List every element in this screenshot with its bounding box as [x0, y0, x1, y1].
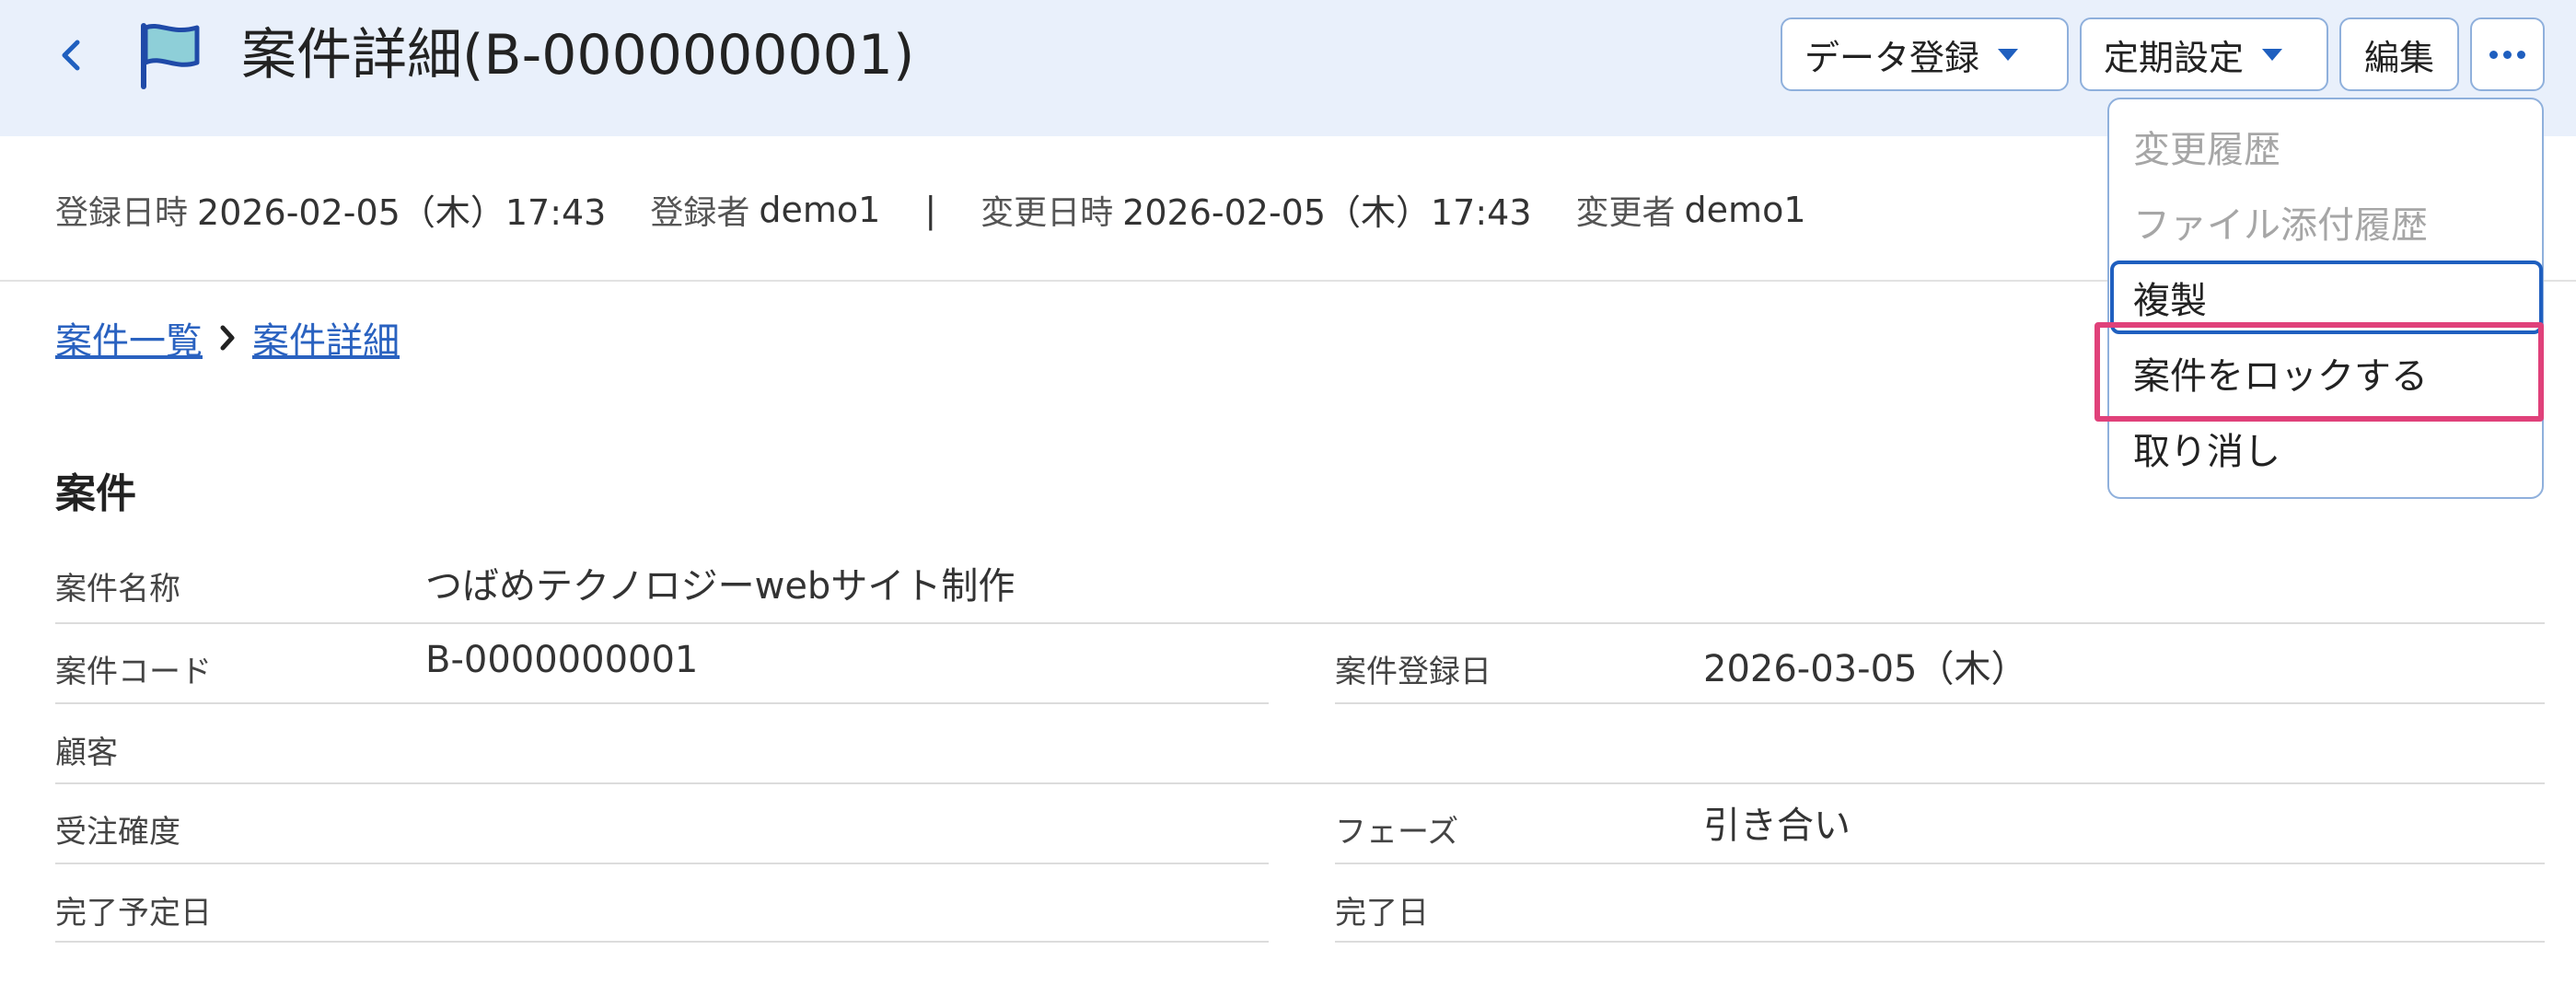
registered-at-label: 登録日時: [55, 193, 189, 232]
row-divider: [55, 941, 1269, 943]
registered-by-label: 登録者: [650, 193, 750, 232]
menu-item-duplicate[interactable]: 複製: [2133, 271, 2207, 324]
menu-item-cancel[interactable]: 取り消し: [2133, 422, 2280, 475]
breadcrumb: 案件一覧 案件詳細: [55, 311, 400, 365]
flag-icon: [141, 23, 200, 89]
page: 案件詳細(B-0000000001) データ登録 定期設定 編集 登録日時 20…: [0, 0, 2576, 996]
field-name-value: つばめテクノロジーwebサイト制作: [425, 565, 1015, 608]
more-button[interactable]: [2470, 17, 2545, 91]
updated-at-label: 変更日時: [981, 193, 1114, 232]
back-button[interactable]: [48, 28, 94, 83]
data-register-button[interactable]: データ登録: [1781, 17, 2069, 91]
edit-button[interactable]: 編集: [2339, 17, 2459, 91]
updated-by-label: 変更者: [1575, 193, 1676, 232]
breadcrumb-chevron-icon: [203, 319, 252, 356]
row-divider: [55, 622, 2545, 624]
field-due-label: 完了予定日: [55, 895, 212, 932]
schedule-button[interactable]: 定期設定: [2080, 17, 2328, 91]
field-reg-date-label: 案件登録日: [1335, 654, 1491, 690]
registered-by-value: demo1: [759, 189, 881, 230]
schedule-label: 定期設定: [2104, 37, 2245, 78]
row-divider: [1335, 863, 2545, 864]
registered-at-value: 2026-02-05（木）17:43: [197, 192, 607, 233]
row-divider: [55, 863, 1269, 864]
row-divider: [1335, 702, 2545, 704]
meta-separator: |: [924, 189, 937, 230]
menu-item-lock[interactable]: 案件をロックする: [2133, 346, 2428, 400]
field-probability-label: 受注確度: [55, 814, 180, 851]
caret-down-icon: [1998, 48, 2019, 61]
menu-item-history: 変更履歴: [2133, 129, 2280, 171]
row-divider: [1335, 941, 2545, 943]
caret-down-icon: [2262, 48, 2283, 61]
field-code-label: 案件コード: [55, 654, 212, 690]
updated-by-value: demo1: [1684, 189, 1806, 230]
field-phase-value: 引き合い: [1703, 805, 1851, 847]
field-done-label: 完了日: [1335, 895, 1429, 932]
field-code-value: B-0000000001: [425, 639, 699, 681]
field-reg-date-value: 2026-03-05（木）: [1703, 648, 2028, 690]
field-phase-label: フェーズ: [1335, 814, 1459, 851]
more-dots-icon: [2489, 50, 2525, 59]
row-divider: [55, 782, 2545, 784]
updated-at-value: 2026-02-05（木）17:43: [1122, 192, 1532, 233]
field-name-label: 案件名称: [55, 571, 180, 608]
section-title: 案件: [55, 470, 136, 517]
back-chevron-icon: [62, 40, 80, 71]
row-divider: [55, 702, 1269, 704]
page-title: 案件詳細(B-0000000001): [241, 23, 915, 87]
record-meta: 登録日時 2026-02-05（木）17:43 登録者 demo1 | 変更日時…: [55, 184, 1806, 235]
more-menu: 変更履歴 ファイル添付履歴 複製 案件をロックする 取り消し: [2107, 98, 2544, 499]
breadcrumb-link-detail[interactable]: 案件詳細: [252, 311, 400, 365]
field-customer-label: 顧客: [55, 735, 118, 771]
data-register-label: データ登録: [1804, 37, 1980, 78]
breadcrumb-link-list[interactable]: 案件一覧: [55, 311, 203, 365]
menu-item-attachment-history: ファイル添付履歴: [2133, 204, 2428, 247]
